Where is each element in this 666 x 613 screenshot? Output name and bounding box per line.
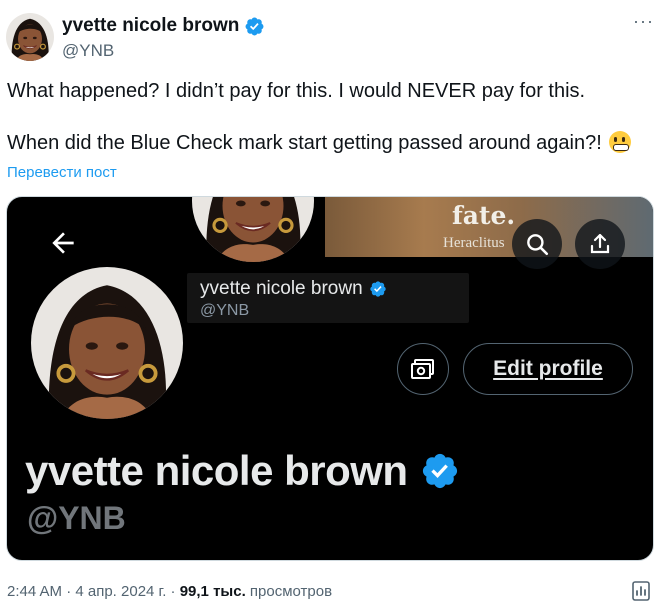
sticky-profile-header: yvette nicole brown @YNB xyxy=(187,273,469,323)
share-button xyxy=(575,219,625,269)
author-name-row[interactable]: yvette nicole brown xyxy=(62,14,265,38)
tweet-media-image[interactable]: fate. Heraclitus yvette nicole brown @YN… xyxy=(6,196,654,561)
views-label: просмотров xyxy=(245,583,333,600)
tweet-line-2: When did the Blue Check mark start getti… xyxy=(7,130,657,156)
back-arrow-icon xyxy=(47,227,79,259)
profile-display-name: yvette nicole brown xyxy=(25,447,408,494)
tweet-meta: 2:44 AM · 4 апр. 2024 г. · 99,1 тыс. про… xyxy=(7,583,332,600)
author-avatar[interactable] xyxy=(6,13,54,61)
tweet-line-1: What happened? I didn’t pay for this. I … xyxy=(7,80,586,102)
profile-avatar xyxy=(27,263,187,423)
analytics-icon[interactable] xyxy=(630,580,652,602)
banner-quote-author: Heraclitus xyxy=(443,235,505,251)
more-options-icon[interactable]: ··· xyxy=(633,12,654,30)
verified-badge-icon xyxy=(244,16,265,37)
sticky-name-row: yvette nicole brown xyxy=(200,278,387,300)
profile-handle: @YNB xyxy=(27,500,126,536)
translate-post-link[interactable]: Перевести пост xyxy=(7,164,117,181)
money-icon xyxy=(411,359,434,379)
share-icon xyxy=(590,233,610,254)
profile-name-row: yvette nicole brown xyxy=(25,447,460,495)
views-count: 99,1 тыс. xyxy=(179,583,246,600)
author-handle[interactable]: @YNB xyxy=(62,41,265,61)
verified-badge-icon xyxy=(369,280,387,298)
sticky-profile-handle: @YNB xyxy=(200,302,250,319)
tweet-text: What happened? I didn’t pay for this. I … xyxy=(7,78,657,156)
grimacing-face-icon xyxy=(609,131,632,153)
sticky-profile-name: yvette nicole brown xyxy=(200,278,363,299)
timestamp-link[interactable]: 2:44 AM · 4 апр. 2024 г. · xyxy=(7,583,180,600)
tweet-line-2-text: When did the Blue Check mark start getti… xyxy=(7,132,602,154)
subscriptions-button xyxy=(397,343,449,395)
verified-badge-icon xyxy=(420,451,460,491)
search-icon xyxy=(527,234,549,256)
search-button xyxy=(512,219,562,269)
header-avatar xyxy=(189,197,317,265)
banner-quote-text: fate. xyxy=(452,201,516,230)
edit-profile-button: Edit profile xyxy=(463,343,633,395)
author-name[interactable]: yvette nicole brown xyxy=(62,15,239,37)
author-info: yvette nicole brown @YNB xyxy=(62,14,265,61)
